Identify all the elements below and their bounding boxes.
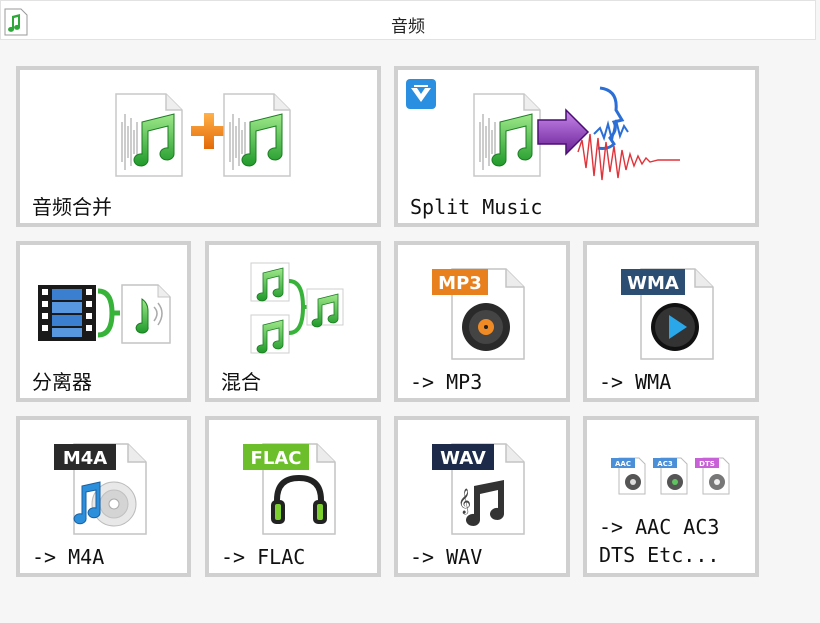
tile-label: -> AAC AC3 DTS Etc... bbox=[599, 515, 720, 567]
dts-file-icon: DTS bbox=[695, 457, 730, 495]
tile-label: -> M4A bbox=[32, 545, 105, 569]
wav-file-icon: WAV 𝄞 bbox=[432, 443, 525, 535]
tile-label: -> WAV bbox=[410, 545, 483, 569]
tile-mix[interactable]: 混合 bbox=[205, 241, 381, 402]
mp3-badge-text: MP3 bbox=[438, 273, 482, 294]
tile-label: -> FLAC bbox=[221, 545, 306, 569]
mp3-file-icon: MP3 bbox=[432, 268, 525, 360]
wma-badge-text: WMA bbox=[627, 273, 679, 294]
audio-merge-icon bbox=[115, 93, 291, 177]
flac-file-icon: FLAC bbox=[243, 443, 336, 535]
split-music-icon bbox=[473, 86, 680, 181]
tile-audio-merge[interactable]: 音频合并 bbox=[16, 66, 381, 227]
aac-file-icon: AAC bbox=[611, 457, 646, 495]
window-title: 音频 bbox=[391, 17, 425, 37]
tile-label: -> WMA bbox=[599, 370, 672, 394]
multi-format-icons: AAC AC3 DTS bbox=[611, 457, 730, 495]
tile-label: Split Music bbox=[410, 195, 543, 219]
vip-badge-icon bbox=[406, 79, 436, 109]
tile-convert-m4a[interactable]: M4A -> M4A bbox=[16, 416, 191, 577]
tile-label: 分离器 bbox=[32, 370, 92, 394]
tile-convert-aac-ac3-dts[interactable]: AAC AC3 DTS -> AAC AC3 DTS Etc... bbox=[583, 416, 759, 577]
tile-label: 混合 bbox=[221, 370, 261, 394]
ac3-file-icon: AC3 bbox=[653, 457, 688, 495]
tile-label: 音频合并 bbox=[32, 195, 112, 219]
m4a-badge-text: M4A bbox=[63, 448, 107, 469]
video-to-audio-icon bbox=[38, 284, 171, 344]
wav-badge-text: WAV bbox=[440, 448, 486, 469]
ac3-badge-text: AC3 bbox=[657, 460, 673, 468]
tile-split-music[interactable]: Split Music bbox=[394, 66, 759, 227]
tile-convert-wav[interactable]: WAV 𝄞 -> WAV bbox=[394, 416, 570, 577]
window-titlebar: 音频 bbox=[0, 0, 816, 40]
flac-badge-text: FLAC bbox=[251, 448, 302, 469]
aac-badge-text: AAC bbox=[615, 460, 631, 468]
tile-convert-flac[interactable]: FLAC -> FLAC bbox=[205, 416, 381, 577]
tile-label: -> MP3 bbox=[410, 370, 483, 394]
dts-badge-text: DTS bbox=[699, 460, 715, 468]
m4a-file-icon: M4A bbox=[54, 443, 147, 535]
svg-text:𝄞: 𝄞 bbox=[458, 488, 471, 514]
tile-splitter[interactable]: 分离器 bbox=[16, 241, 191, 402]
tile-convert-wma[interactable]: WMA -> WMA bbox=[583, 241, 759, 402]
tile-convert-mp3[interactable]: MP3 -> MP3 bbox=[394, 241, 570, 402]
audio-mix-icon bbox=[250, 262, 344, 354]
wma-file-icon: WMA bbox=[621, 268, 714, 360]
